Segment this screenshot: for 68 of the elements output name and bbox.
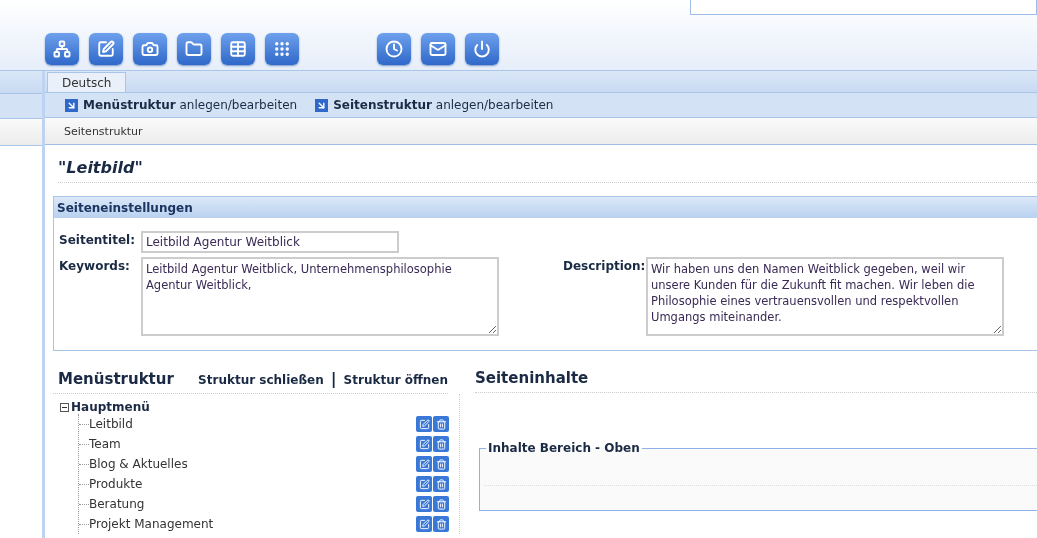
tree-item[interactable]: Team (89, 437, 121, 451)
language-tab[interactable]: Deutsch (47, 72, 127, 92)
table-icon (229, 40, 247, 58)
edit-icon (418, 458, 430, 470)
folder-button[interactable] (177, 33, 211, 65)
delete-button[interactable] (433, 516, 449, 532)
page-title: "Leitbild" (58, 158, 143, 177)
field-label: Description: (563, 258, 646, 273)
collapse-link[interactable]: Struktur schließen (198, 373, 324, 387)
separator: | (330, 369, 337, 388)
tree-root[interactable]: Hauptmenü (71, 400, 150, 414)
folder-icon (185, 40, 203, 58)
trash-icon (435, 458, 447, 470)
mail-icon (429, 40, 447, 58)
clock-icon (385, 40, 403, 58)
field-label: Keywords: (59, 258, 131, 273)
tree-item[interactable]: Leitbild (89, 417, 133, 431)
tree-item[interactable]: Produkte (89, 477, 143, 491)
camera-icon (141, 40, 159, 58)
tree-item[interactable]: Blog & Aktuelles (89, 457, 188, 471)
edit-button[interactable] (416, 436, 432, 452)
expand-link[interactable]: Struktur öffnen (343, 373, 448, 387)
trash-icon (435, 418, 447, 430)
tree-item[interactable]: Beratung (89, 497, 145, 511)
edit-icon (97, 40, 115, 58)
table-button[interactable] (221, 33, 255, 65)
text-area[interactable]: Wir haben uns den Namen Weitblick gegeben, weil wir unsere Kunden für die Zukunft fit machen. Wir leben die Philosophie eines vertrauensvollen und respektvollen Umgangs miteinander. (646, 257, 1004, 336)
power-button[interactable] (465, 33, 499, 65)
field-label: Seitentitel: (59, 232, 136, 247)
edit-button[interactable] (416, 496, 432, 512)
sidebar-band (0, 94, 42, 119)
grid-icon (273, 40, 291, 58)
edit-button[interactable] (416, 516, 432, 532)
section-title: Menüstruktur (58, 370, 174, 388)
delete-button[interactable] (433, 476, 449, 492)
power-icon (473, 40, 491, 58)
mail-button[interactable] (421, 33, 455, 65)
delete-button[interactable] (433, 496, 449, 512)
tree-item[interactable]: Projekt Management (89, 517, 214, 531)
collapse-toggle[interactable] (60, 402, 69, 412)
delete-button[interactable] (433, 436, 449, 452)
edit-icon (418, 498, 430, 510)
edit-icon (418, 478, 430, 490)
edit-button[interactable] (416, 476, 432, 492)
camera-button[interactable] (133, 33, 167, 65)
trash-icon (435, 518, 447, 530)
edit-button[interactable] (89, 33, 123, 65)
trash-icon (435, 478, 447, 490)
panel-title: Seiteneinstellungen (57, 200, 193, 215)
grid-button[interactable] (265, 33, 299, 65)
input-field[interactable]: Leitbild Agentur Weitblick (141, 231, 399, 253)
tree-button[interactable] (45, 33, 79, 65)
delete-button[interactable] (433, 456, 449, 472)
section-title: Seiteninhalte (475, 369, 589, 387)
breadcrumb: Seitenstruktur (64, 124, 143, 138)
edit-button[interactable] (416, 416, 432, 432)
edit-icon (418, 418, 430, 430)
text-area[interactable]: Leitbild Agentur Weitblick, Unternehmensphilosophie Agentur Weitblick, (141, 257, 499, 336)
trash-icon (435, 498, 447, 510)
content-area-title: Inhalte Bereich - Oben (487, 441, 641, 455)
edit-icon (418, 518, 430, 530)
sidebar-band (0, 119, 42, 146)
edit-icon (418, 438, 430, 450)
edit-button[interactable] (416, 456, 432, 472)
delete-button[interactable] (433, 416, 449, 432)
trash-icon (435, 438, 447, 450)
clock-button[interactable] (377, 33, 411, 65)
tree-icon (53, 40, 71, 58)
